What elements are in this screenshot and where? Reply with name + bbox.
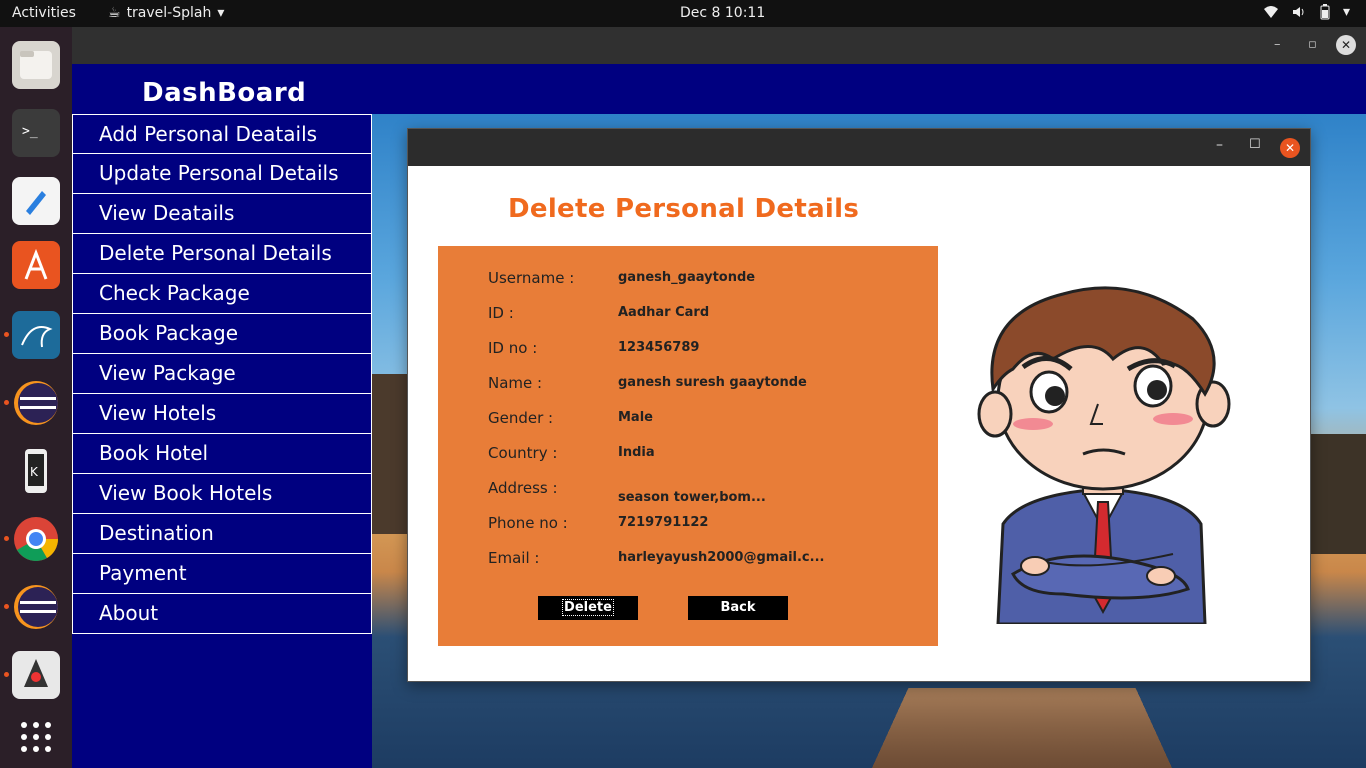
dock: >_ K bbox=[0, 27, 72, 768]
username-label: Username : bbox=[488, 269, 575, 287]
app-window-titlebar[interactable]: – ▫ ✕ bbox=[72, 27, 1366, 64]
minimize-icon[interactable]: – bbox=[1274, 37, 1281, 52]
app-name: travel-Splah bbox=[126, 5, 212, 21]
phone-label: Phone no : bbox=[488, 514, 568, 532]
address-label: Address : bbox=[488, 479, 558, 497]
close-icon[interactable]: ✕ bbox=[1336, 35, 1356, 55]
name-value: ganesh suresh gaaytonde bbox=[618, 375, 807, 390]
svg-text:>_: >_ bbox=[22, 124, 38, 139]
menu-destination[interactable]: Destination bbox=[72, 514, 372, 554]
menu-view-book-hotels[interactable]: View Book Hotels bbox=[72, 474, 372, 514]
chevron-down-icon: ▾ bbox=[217, 5, 225, 21]
dialog-titlebar[interactable]: – ☐ ✕ bbox=[408, 129, 1310, 166]
show-apps-icon[interactable] bbox=[12, 713, 60, 761]
chevron-down-icon[interactable]: ▾ bbox=[1343, 4, 1350, 24]
running-indicator bbox=[4, 672, 9, 677]
system-tray[interactable]: ▾ bbox=[1263, 4, 1350, 24]
menu-add-personal-details[interactable]: Add Personal Deatails bbox=[72, 114, 372, 154]
country-label: Country : bbox=[488, 444, 558, 462]
menu-about[interactable]: About bbox=[72, 594, 372, 634]
delete-button[interactable]: Delete bbox=[538, 596, 638, 620]
delete-button-label: Delete bbox=[562, 599, 614, 616]
menu-book-hotel[interactable]: Book Hotel bbox=[72, 434, 372, 474]
running-indicator bbox=[4, 604, 9, 609]
dashboard-title: DashBoard bbox=[142, 78, 307, 108]
running-indicator bbox=[4, 400, 9, 405]
menu-view-hotels[interactable]: View Hotels bbox=[72, 394, 372, 434]
country-value: India bbox=[618, 445, 655, 460]
chrome-icon[interactable] bbox=[12, 515, 60, 563]
running-indicator bbox=[4, 332, 9, 337]
delete-details-dialog: – ☐ ✕ Delete Personal Details Username :… bbox=[407, 128, 1311, 682]
system-top-bar: Activities ☕ travel-Splah ▾ Dec 8 10:11 … bbox=[0, 0, 1366, 27]
id-no-value: 123456789 bbox=[618, 340, 700, 355]
eclipse-icon-2[interactable] bbox=[12, 583, 60, 631]
activities-button[interactable]: Activities bbox=[12, 5, 76, 21]
dialog-heading: Delete Personal Details bbox=[508, 194, 860, 224]
terminal-icon[interactable]: >_ bbox=[12, 109, 60, 157]
clock[interactable]: Dec 8 10:11 bbox=[680, 5, 765, 21]
menu-view-details[interactable]: View Deatails bbox=[72, 194, 372, 234]
id-no-label: ID no : bbox=[488, 339, 538, 357]
app-menu[interactable]: ☕ travel-Splah ▾ bbox=[108, 5, 224, 21]
pier bbox=[870, 688, 1174, 768]
menu-view-package[interactable]: View Package bbox=[72, 354, 372, 394]
maximize-icon[interactable]: ▫ bbox=[1308, 37, 1317, 52]
wifi-icon[interactable] bbox=[1263, 4, 1279, 24]
username-value: ganesh_gaaytonde bbox=[618, 270, 756, 285]
text-editor-icon[interactable] bbox=[12, 177, 60, 225]
name-label: Name : bbox=[488, 374, 543, 392]
kde-connect-icon[interactable]: K bbox=[12, 447, 60, 495]
back-button[interactable]: Back bbox=[688, 596, 788, 620]
menu-check-package[interactable]: Check Package bbox=[72, 274, 372, 314]
gender-value: Male bbox=[618, 410, 653, 425]
gender-label: Gender : bbox=[488, 409, 554, 427]
files-icon[interactable] bbox=[12, 41, 60, 89]
palm-tree bbox=[372, 374, 412, 534]
maximize-icon[interactable]: ☐ bbox=[1249, 137, 1261, 152]
email-label: Email : bbox=[488, 549, 540, 567]
running-indicator bbox=[4, 536, 9, 541]
phone-value: 7219791122 bbox=[618, 515, 709, 530]
minimize-icon[interactable]: – bbox=[1216, 137, 1223, 153]
svg-text:K: K bbox=[30, 465, 39, 479]
mysql-workbench-icon[interactable] bbox=[12, 311, 60, 359]
java-app-icon: ☕ bbox=[108, 5, 121, 21]
address-value: season tower,bom... bbox=[618, 490, 766, 505]
battery-icon[interactable] bbox=[1319, 4, 1331, 24]
menu-update-personal-details[interactable]: Update Personal Details bbox=[72, 154, 372, 194]
menu-book-package[interactable]: Book Package bbox=[72, 314, 372, 354]
volume-icon[interactable] bbox=[1291, 4, 1307, 24]
menu-payment[interactable]: Payment bbox=[72, 554, 372, 594]
id-label: ID : bbox=[488, 304, 514, 322]
email-value: harleyayush2000@gmail.c... bbox=[618, 550, 825, 565]
confused-businessman-illustration bbox=[977, 286, 1231, 624]
menu-delete-personal-details[interactable]: Delete Personal Details bbox=[72, 234, 372, 274]
dashboard-menu: Add Personal Deatails Update Personal De… bbox=[72, 114, 372, 634]
details-panel: Username : ganesh_gaaytonde ID : Aadhar … bbox=[438, 246, 938, 646]
eclipse-icon[interactable] bbox=[12, 379, 60, 427]
java-icon[interactable] bbox=[12, 651, 60, 699]
id-value: Aadhar Card bbox=[618, 305, 710, 320]
hut bbox=[1306, 434, 1366, 554]
close-icon[interactable]: ✕ bbox=[1280, 138, 1300, 158]
app-center-icon[interactable] bbox=[12, 241, 60, 289]
